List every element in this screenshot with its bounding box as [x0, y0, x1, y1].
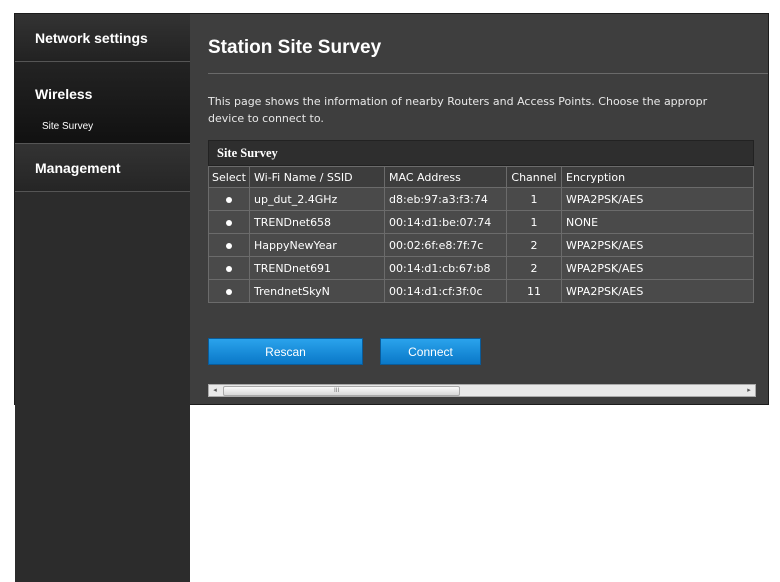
scrollbar-grip-icon: III [334, 387, 340, 394]
table-row[interactable]: up_dut_2.4GHz d8:eb:97:a3:f3:74 1 WPA2PS… [208, 187, 754, 211]
rescan-button[interactable]: Rescan [208, 338, 363, 365]
ssid-cell: TRENDnet658 [249, 210, 385, 234]
mac-cell: 00:14:d1:be:07:74 [384, 210, 507, 234]
sidebar-subitem-site-survey[interactable]: Site Survey [42, 121, 93, 132]
ssid-cell: TrendnetSkyN [249, 279, 385, 303]
scroll-left-icon[interactable]: ◂ [209, 385, 221, 396]
column-header-select: Select [208, 166, 250, 188]
select-cell[interactable] [208, 279, 250, 303]
mac-cell: 00:14:d1:cf:3f:0c [384, 279, 507, 303]
select-cell[interactable] [208, 187, 250, 211]
mac-cell: 00:02:6f:e8:7f:7c [384, 233, 507, 257]
encryption-cell: NONE [561, 210, 754, 234]
sidebar-item-wireless[interactable]: Wireless Site Survey [15, 62, 202, 144]
select-radio[interactable] [226, 265, 232, 272]
select-radio[interactable] [226, 288, 232, 295]
site-survey-table: Site Survey Select Wi-Fi Name / SSID MAC… [208, 140, 754, 303]
encryption-cell: WPA2PSK/AES [561, 256, 754, 280]
table-row[interactable]: TrendnetSkyN 00:14:d1:cf:3f:0c 11 WPA2PS… [208, 279, 754, 303]
channel-cell: 2 [506, 233, 562, 257]
column-header-channel: Channel [506, 166, 562, 188]
scrollbar-thumb[interactable]: III [223, 386, 460, 396]
horizontal-scrollbar[interactable]: ◂ III ▸ [208, 384, 756, 397]
encryption-cell: WPA2PSK/AES [561, 279, 754, 303]
router-admin-window: Network settings Wireless Site Survey Ma… [14, 13, 769, 582]
table-row[interactable]: TRENDnet658 00:14:d1:be:07:74 1 NONE [208, 210, 754, 234]
channel-cell: 2 [506, 256, 562, 280]
sidebar-item-management[interactable]: Management [15, 144, 190, 192]
connect-button[interactable]: Connect [380, 338, 481, 365]
column-header-encryption: Encryption [561, 166, 754, 188]
encryption-cell: WPA2PSK/AES [561, 233, 754, 257]
select-radio[interactable] [226, 242, 232, 249]
encryption-cell: WPA2PSK/AES [561, 187, 754, 211]
table-caption: Site Survey [208, 140, 754, 166]
select-radio[interactable] [226, 219, 232, 226]
page-title: Station Site Survey [208, 37, 382, 58]
description-line: device to connect to. [208, 112, 324, 125]
select-radio[interactable] [226, 196, 232, 203]
mac-cell: 00:14:d1:cb:67:b8 [384, 256, 507, 280]
select-cell[interactable] [208, 210, 250, 234]
channel-cell: 1 [506, 187, 562, 211]
sidebar-item-network-settings[interactable]: Network settings [15, 14, 190, 62]
table-row[interactable]: TRENDnet691 00:14:d1:cb:67:b8 2 WPA2PSK/… [208, 256, 754, 280]
sidebar: Network settings Wireless Site Survey Ma… [15, 14, 202, 582]
sidebar-item-label: Management [35, 160, 121, 176]
scroll-right-icon[interactable]: ▸ [743, 385, 755, 396]
description-line: This page shows the information of nearb… [208, 95, 708, 108]
main-panel: Station Site Survey This page shows the … [190, 14, 768, 404]
mac-cell: d8:eb:97:a3:f3:74 [384, 187, 507, 211]
table-row[interactable]: HappyNewYear 00:02:6f:e8:7f:7c 2 WPA2PSK… [208, 233, 754, 257]
sidebar-item-label: Wireless [35, 86, 93, 102]
table-header-row: Select Wi-Fi Name / SSID MAC Address Cha… [208, 166, 754, 188]
sidebar-item-label: Network settings [35, 30, 148, 46]
column-header-mac: MAC Address [384, 166, 507, 188]
select-cell[interactable] [208, 256, 250, 280]
select-cell[interactable] [208, 233, 250, 257]
page-description: This page shows the information of nearb… [208, 93, 768, 127]
column-header-ssid: Wi-Fi Name / SSID [249, 166, 385, 188]
ssid-cell: up_dut_2.4GHz [249, 187, 385, 211]
title-divider [208, 73, 768, 74]
sidebar-filler [15, 192, 190, 582]
ssid-cell: TRENDnet691 [249, 256, 385, 280]
channel-cell: 1 [506, 210, 562, 234]
channel-cell: 11 [506, 279, 562, 303]
ssid-cell: HappyNewYear [249, 233, 385, 257]
